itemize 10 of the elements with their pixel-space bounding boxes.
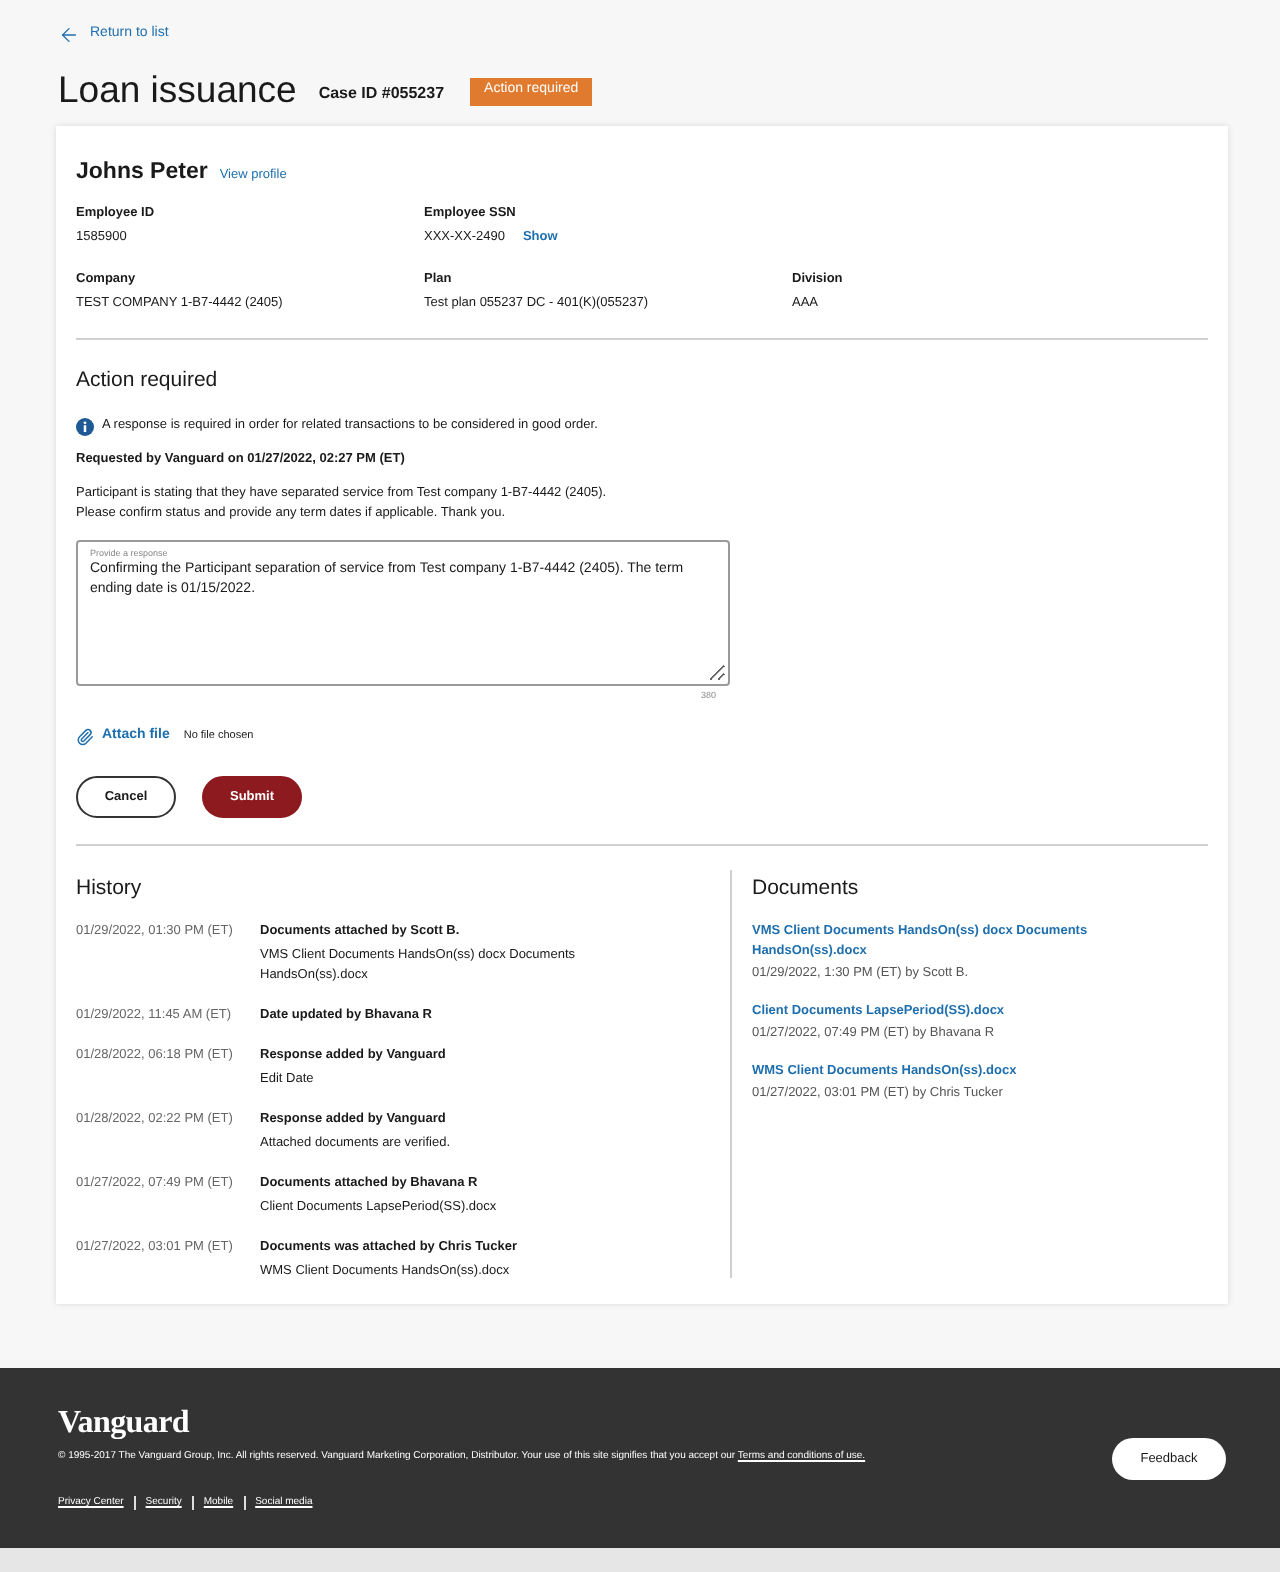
vanguard-logo: Vanguard: [58, 1406, 189, 1440]
paperclip-icon: [76, 727, 94, 745]
info-icon: [76, 417, 94, 435]
case-id: Case ID #055237: [318, 82, 445, 104]
section-heading: History: [76, 876, 142, 902]
page-title: Loan issuance: [58, 66, 297, 114]
section-heading: Action required: [76, 368, 218, 394]
back-arrow-icon: [58, 23, 80, 45]
section-heading: Documents: [752, 876, 859, 902]
participant-name: Johns Peter: [76, 158, 208, 186]
